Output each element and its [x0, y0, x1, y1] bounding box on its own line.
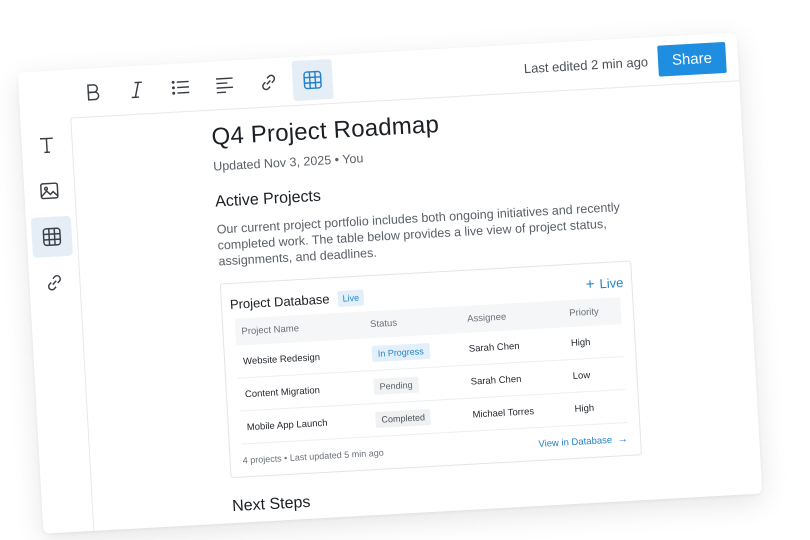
table-icon	[42, 227, 62, 247]
image-icon	[40, 182, 59, 200]
status-cell: Pending	[366, 365, 466, 404]
insert-image-button[interactable]	[28, 170, 70, 212]
link-icon	[262, 74, 276, 91]
add-live-button[interactable]: + Live	[585, 274, 624, 293]
priority-cell: High	[567, 389, 628, 426]
assignee-cell: Michael Torres	[465, 392, 570, 432]
text-icon	[39, 137, 53, 154]
last-edited-status: Last edited 2 min ago	[523, 53, 649, 76]
formatting-toolbar: Last edited 2 min ago Share	[67, 32, 740, 119]
column-header[interactable]: Priority	[562, 297, 622, 328]
arrow-right-icon: →	[616, 432, 629, 446]
live-badge: Live	[337, 288, 365, 307]
document-body: Q4 Project Roadmap Updated Nov 3, 2025 •…	[211, 100, 654, 534]
table-button[interactable]	[291, 58, 334, 102]
insert-table-button[interactable]	[30, 215, 73, 258]
project-database-embed: Project Database Live + Live Project Name…	[219, 260, 643, 479]
editor-window: Last edited 2 min ago Share Q4 Project R…	[17, 32, 763, 534]
link-icon	[47, 274, 61, 291]
section-heading-next-steps[interactable]: Next Steps	[232, 475, 652, 516]
align-left-button[interactable]	[204, 64, 246, 106]
database-title: Project Database	[229, 291, 330, 312]
insert-text-button[interactable]	[26, 124, 68, 166]
stage: Last edited 2 min ago Share Q4 Project R…	[0, 0, 810, 540]
insert-link-button[interactable]	[33, 262, 75, 304]
priority-cell: Low	[565, 356, 626, 393]
view-in-database-label: View in Database	[538, 434, 613, 450]
status-cell: Completed	[368, 398, 468, 437]
insert-sidebar	[20, 117, 95, 534]
status-cell: In Progress	[364, 333, 464, 371]
italic-button[interactable]	[116, 69, 158, 111]
share-button[interactable]: Share	[657, 41, 727, 77]
database-summary: 4 projects • Last updated 5 min ago	[242, 447, 384, 466]
table-icon	[303, 70, 322, 90]
link-button[interactable]	[248, 61, 290, 103]
italic-icon	[131, 81, 142, 99]
status-badge: Completed	[375, 408, 432, 429]
bulleted-list-button[interactable]	[160, 66, 202, 108]
bold-icon	[87, 84, 100, 101]
plus-icon: +	[585, 275, 595, 294]
section-paragraph[interactable]: Our current project portfolio includes b…	[216, 198, 638, 269]
project-table: Project Name Status Assignee Priority We…	[234, 297, 628, 445]
bold-button[interactable]	[72, 71, 114, 113]
add-live-label: Live	[599, 274, 624, 292]
bulleted-list-icon	[171, 80, 190, 95]
status-badge: In Progress	[371, 342, 431, 363]
align-left-icon	[216, 77, 234, 94]
priority-cell: High	[564, 324, 624, 360]
view-in-database-link[interactable]: View in Database →	[538, 433, 628, 450]
status-badge: Pending	[373, 376, 420, 396]
